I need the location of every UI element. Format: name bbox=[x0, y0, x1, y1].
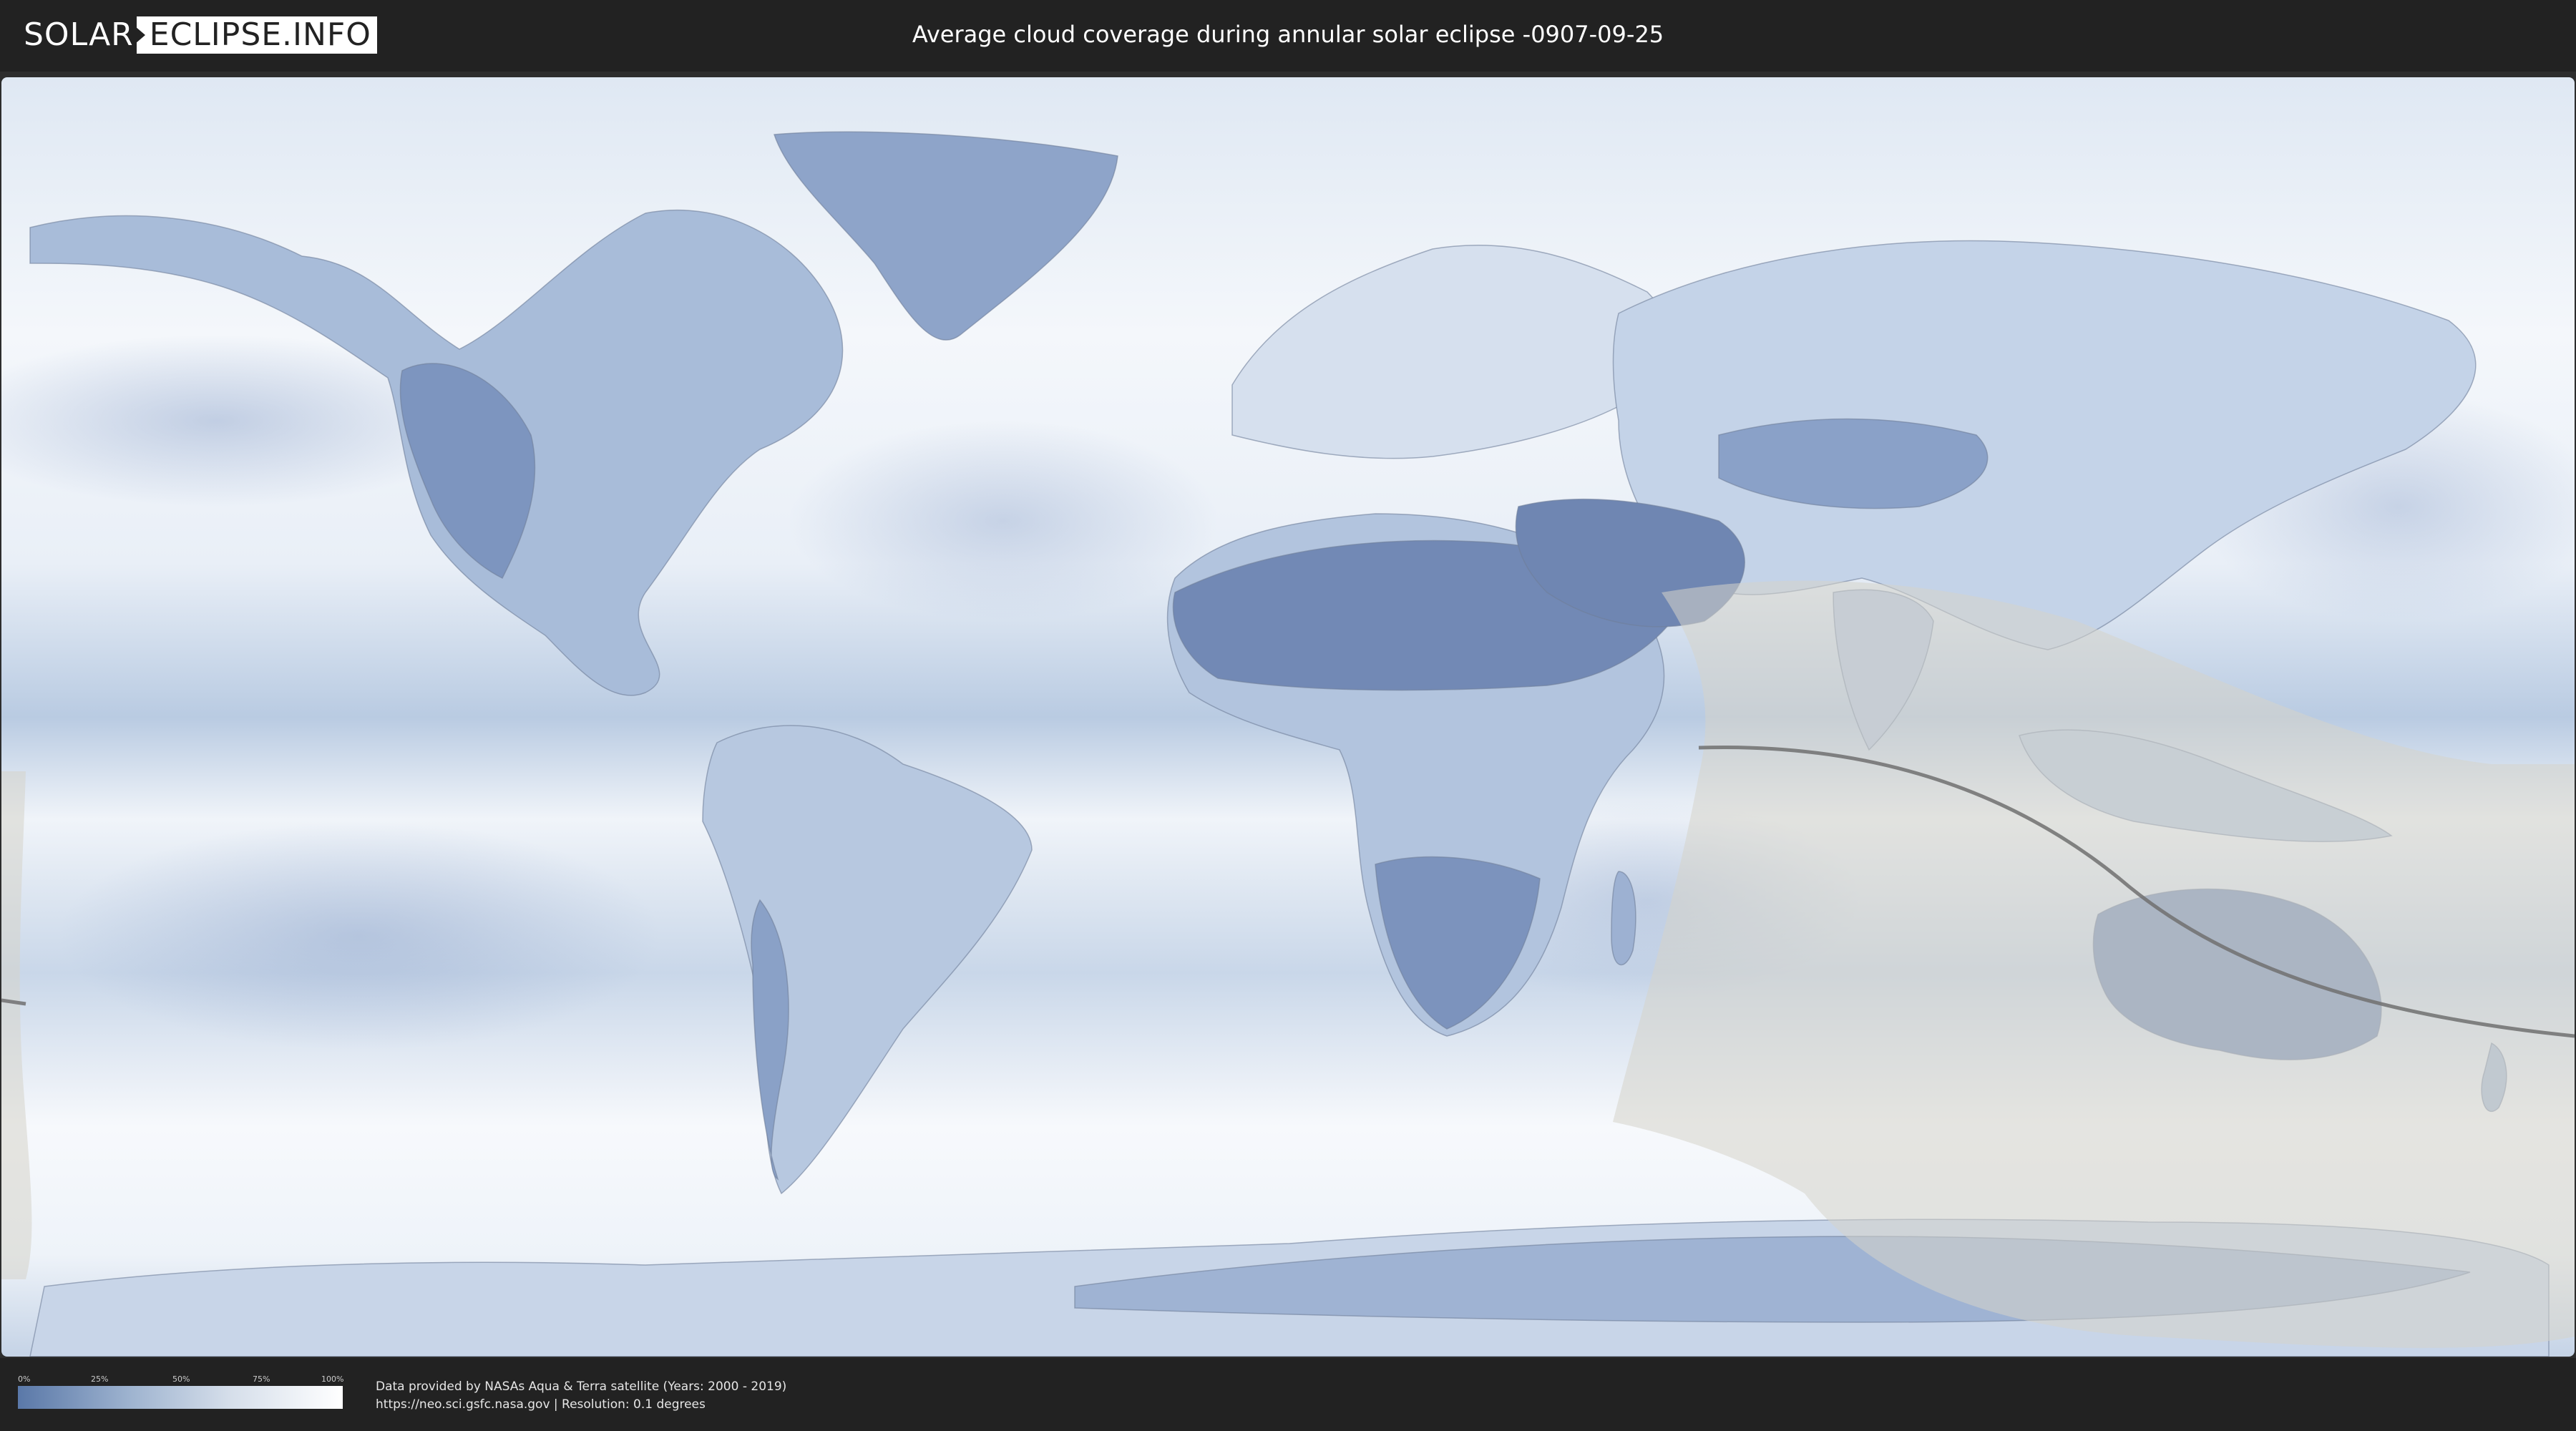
legend-color-bar bbox=[18, 1386, 343, 1409]
legend-label-0: 0% bbox=[18, 1374, 31, 1384]
legend-label-25: 25% bbox=[91, 1374, 109, 1384]
ocean-clear-patch-pacific-south bbox=[59, 821, 660, 1050]
legend-label-50: 50% bbox=[172, 1374, 190, 1384]
page-title: Average cloud coverage during annular so… bbox=[912, 21, 1664, 48]
credit-line-url[interactable]: https://neo.sci.gsfc.nasa.gov | Resoluti… bbox=[376, 1396, 786, 1414]
legend-labels: 0% 25% 50% 75% 100% bbox=[18, 1374, 343, 1386]
legend-label-100: 100% bbox=[321, 1374, 344, 1384]
map-frame bbox=[0, 72, 2576, 1358]
header-bar: SOLAR ECLIPSE.INFO Average cloud coverag… bbox=[0, 0, 2576, 70]
legend-label-75: 75% bbox=[253, 1374, 270, 1384]
ocean-clear-patch-atlantic bbox=[789, 421, 1218, 621]
cloud-coverage-map[interactable] bbox=[1, 77, 2575, 1357]
cloud-coverage-legend: 0% 25% 50% 75% 100% bbox=[18, 1374, 343, 1409]
data-credit: Data provided by NASAs Aqua & Terra sate… bbox=[376, 1378, 786, 1414]
credit-line-source: Data provided by NASAs Aqua & Terra sate… bbox=[376, 1379, 787, 1394]
